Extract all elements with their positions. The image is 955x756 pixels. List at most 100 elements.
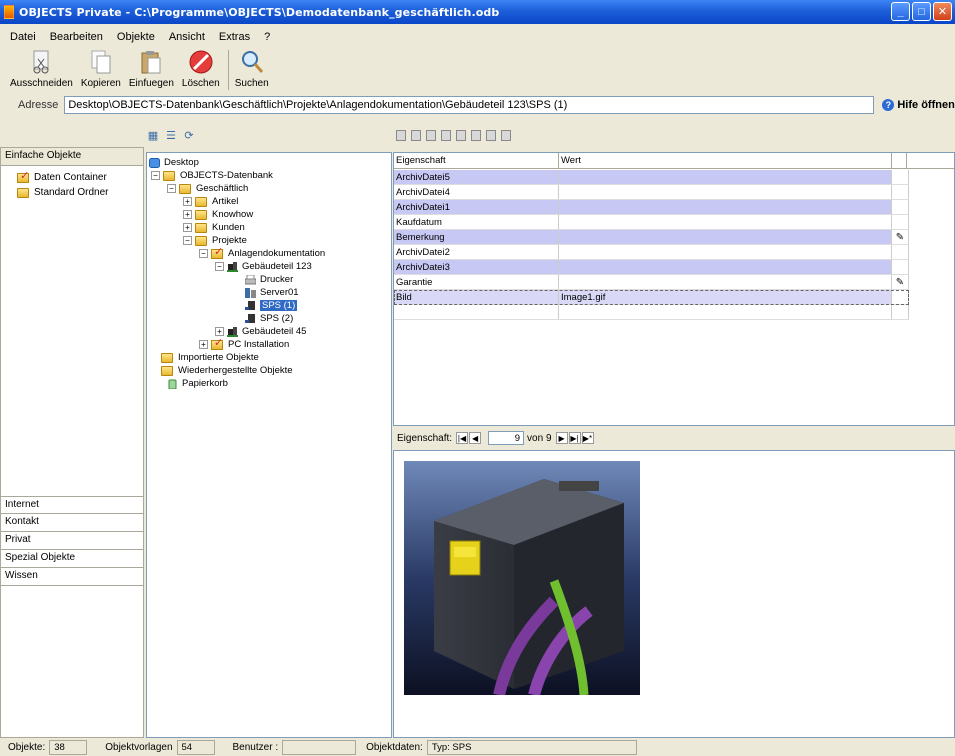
next-record-button[interactable]: ▶ <box>555 432 568 444</box>
table-row[interactable]: ArchivDatei1 <box>394 200 909 215</box>
category-spezial-objekte[interactable]: Spezial Objekte <box>1 550 143 568</box>
delete-button[interactable]: Löschen <box>182 48 220 94</box>
category-kontakt[interactable]: Kontakt <box>1 514 143 532</box>
row-action-cell <box>892 185 909 199</box>
list-view-icon[interactable]: ☰ <box>165 129 177 142</box>
document-icon[interactable] <box>411 129 421 141</box>
expand-toggle[interactable]: + <box>183 210 192 219</box>
table-row-new[interactable] <box>394 305 909 320</box>
tree-item-wiederhergestellte-objekte[interactable]: Wiederhergestellte Objekte <box>161 364 293 377</box>
table-icon[interactable] <box>396 129 406 141</box>
tree-item-artikel[interactable]: + Artikel <box>183 195 238 208</box>
property-value[interactable]: Image1.gif <box>559 290 892 304</box>
tree-item-drucker[interactable]: Drucker <box>245 273 293 286</box>
tree-item-anlagendokumentation[interactable]: − Anlagendokumentation <box>199 245 325 260</box>
menu-datei[interactable]: Datei <box>10 31 36 43</box>
property-value[interactable] <box>559 215 892 229</box>
menu-ansicht[interactable]: Ansicht <box>169 31 205 43</box>
category-header[interactable]: Einfache Objekte <box>1 148 143 166</box>
tree-item-objects-datenbank[interactable]: − OBJECTS-Datenbank <box>151 169 273 182</box>
templates-count-value: 54 <box>176 739 215 755</box>
clipboard-icon[interactable] <box>426 129 436 141</box>
paste-button[interactable]: Einfuegen <box>129 48 174 94</box>
window-icon[interactable] <box>441 129 451 141</box>
property-value[interactable] <box>559 170 892 184</box>
property-value[interactable] <box>559 275 892 289</box>
copy-button[interactable]: Kopieren <box>81 48 121 94</box>
property-value[interactable] <box>559 260 892 274</box>
category-item-daten-container[interactable]: Daten Container <box>1 169 143 185</box>
tree-item-importierte-objekte[interactable]: Importierte Objekte <box>161 351 259 364</box>
column-header-eigenschaft[interactable]: Eigenschaft <box>394 153 559 168</box>
collapse-toggle[interactable]: − <box>199 249 208 258</box>
tree-view-icon[interactable]: ▦ <box>147 129 159 142</box>
table-row-active[interactable]: Bild Image1.gif <box>394 290 909 305</box>
tree-item-gebaeudeteil-123[interactable]: − Gebäudeteil 123 <box>215 260 312 273</box>
property-value[interactable] <box>559 230 892 244</box>
save-icon[interactable] <box>456 129 466 141</box>
maximize-button[interactable]: □ <box>912 2 931 21</box>
property-value[interactable] <box>559 185 892 199</box>
table-row[interactable]: ArchivDatei5 <box>394 170 909 185</box>
table-row[interactable]: ArchivDatei2 <box>394 245 909 260</box>
search-icon <box>238 48 266 76</box>
menu-bearbeiten[interactable]: Bearbeiten <box>50 31 103 43</box>
address-input[interactable] <box>64 96 875 114</box>
expand-toggle[interactable]: + <box>199 340 208 349</box>
minimize-button[interactable]: _ <box>891 2 910 21</box>
property-value[interactable] <box>559 245 892 259</box>
new-record-button[interactable]: ▶* <box>581 432 594 444</box>
menu-objekte[interactable]: Objekte <box>117 31 155 43</box>
tree-item-kunden[interactable]: + Kunden <box>183 221 245 234</box>
table-row[interactable]: Garantie ✎ <box>394 275 909 290</box>
table-row[interactable]: Bemerkung ✎ <box>394 230 909 245</box>
paste-icon <box>137 48 165 76</box>
first-record-button[interactable]: |◀ <box>456 432 469 444</box>
category-wissen[interactable]: Wissen <box>1 568 143 586</box>
tree-item-label: Artikel <box>212 196 239 207</box>
collapse-toggle[interactable]: − <box>215 262 224 271</box>
expand-toggle[interactable]: + <box>183 223 192 232</box>
edit-note-icon[interactable]: ✎ <box>892 230 909 244</box>
collapse-toggle[interactable]: − <box>167 184 176 193</box>
tree-item-geschaeftlich[interactable]: − Geschäftlich <box>167 182 248 195</box>
last-record-button[interactable]: ▶| <box>568 432 581 444</box>
tree-item-server01[interactable]: Server01 <box>245 286 299 299</box>
property-value[interactable] <box>559 305 892 319</box>
folder-icon <box>195 209 207 220</box>
table-row[interactable]: ArchivDatei4 <box>394 185 909 200</box>
row-action-cell <box>892 170 909 184</box>
refresh-icon[interactable]: ⟳ <box>183 129 195 142</box>
category-privat[interactable]: Privat <box>1 532 143 550</box>
save-all-icon[interactable] <box>486 129 496 141</box>
close-button[interactable]: ✕ <box>933 2 952 21</box>
cut-button[interactable]: Ausschneiden <box>10 48 73 94</box>
refresh-small-icon[interactable] <box>471 129 481 141</box>
edit-note-icon[interactable]: ✎ <box>892 275 909 289</box>
collapse-toggle[interactable]: − <box>183 236 192 245</box>
collapse-toggle[interactable]: − <box>151 171 160 180</box>
menu-help[interactable]: ? <box>264 31 270 43</box>
row-action-cell <box>892 260 909 274</box>
column-header-wert[interactable]: Wert <box>559 153 892 168</box>
app-icon <box>4 5 14 19</box>
category-item-standard-ordner[interactable]: Standard Ordner <box>1 185 143 200</box>
help-link[interactable]: ? Hife öffnen <box>882 99 955 111</box>
tree-item-sps-2[interactable]: SPS (2) <box>245 312 293 325</box>
search-button[interactable]: Suchen <box>235 48 269 94</box>
table-row[interactable]: Kaufdatum <box>394 215 909 230</box>
table-row[interactable]: ArchivDatei3 <box>394 260 909 275</box>
tree-item-papierkorb[interactable]: Papierkorb <box>167 377 228 390</box>
tree-item-sps-1[interactable]: SPS (1) <box>245 299 298 312</box>
menu-extras[interactable]: Extras <box>219 31 250 43</box>
tree-item-desktop[interactable]: Desktop <box>149 156 199 169</box>
expand-toggle[interactable]: + <box>183 197 192 206</box>
tree-item-gebaeudeteil-45[interactable]: + Gebäudeteil 45 <box>215 325 306 338</box>
property-value[interactable] <box>559 200 892 214</box>
tree-item-knowhow[interactable]: + Knowhow <box>183 208 253 221</box>
lock-icon[interactable] <box>501 129 511 141</box>
record-number-input[interactable] <box>488 431 525 445</box>
tree-item-pc-installation[interactable]: + PC Installation <box>199 336 289 351</box>
category-internet[interactable]: Internet <box>1 496 143 514</box>
prev-record-button[interactable]: ◀ <box>469 432 482 444</box>
